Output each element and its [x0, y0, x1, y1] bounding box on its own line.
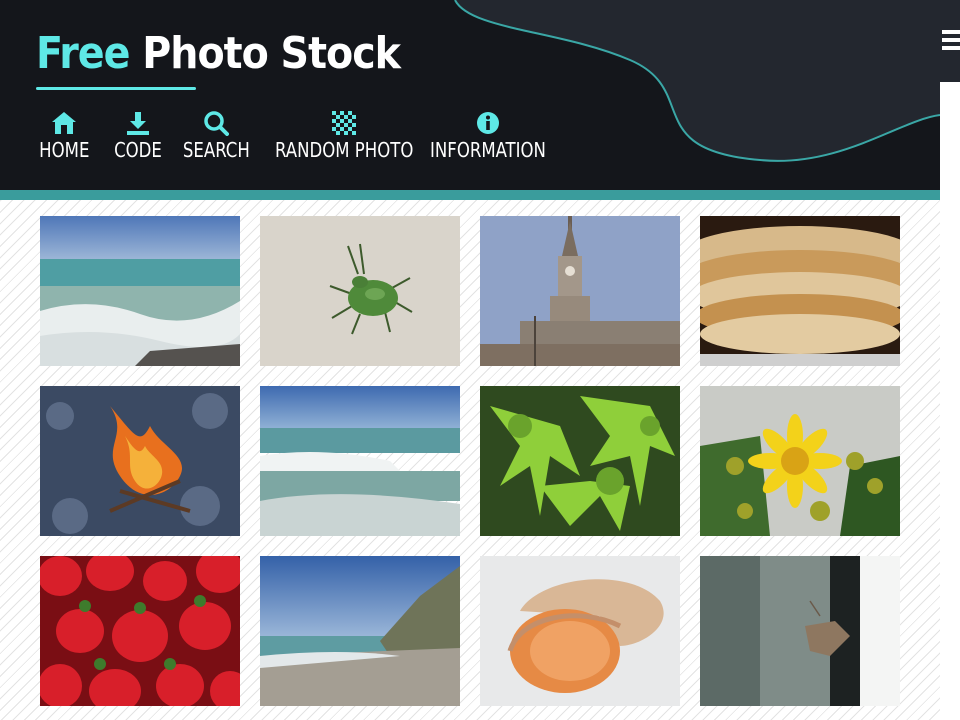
nav-code-label: CODE [114, 138, 162, 162]
nav-random-photo-label: RANDOM PHOTO [275, 138, 414, 162]
photo-green-beetle[interactable] [260, 216, 460, 366]
random-pixels-icon [332, 111, 357, 135]
photo-gallery [0, 200, 940, 720]
photo-surf-waves[interactable] [260, 386, 460, 536]
photo-seashell[interactable] [480, 556, 680, 706]
nav-search[interactable]: SEARCH [180, 110, 253, 162]
photo-rocky-coast[interactable] [260, 556, 460, 706]
home-icon [52, 112, 77, 134]
logo-underline [36, 87, 196, 90]
logo-title-text: Photo Stock [142, 28, 401, 79]
nav-home[interactable]: HOME [37, 110, 92, 162]
nav-information[interactable]: INFORMATION [425, 110, 551, 162]
nav-information-label: INFORMATION [430, 138, 546, 162]
photo-yellow-flower[interactable] [700, 386, 900, 536]
photo-pancakes[interactable] [700, 216, 900, 366]
photo-sea-waves[interactable] [40, 216, 240, 366]
nav-code[interactable]: CODE [112, 110, 164, 162]
header-divider [0, 190, 940, 200]
download-icon [126, 112, 149, 135]
logo-free-text: Free [36, 28, 130, 79]
photo-moth-on-glass[interactable] [700, 556, 900, 706]
photo-campfire[interactable] [40, 386, 240, 536]
nav-random-photo[interactable]: RANDOM PHOTO [269, 110, 419, 162]
hamburger-menu-icon[interactable] [942, 30, 960, 50]
scroll-gutter [940, 82, 960, 720]
site-header: Free Photo Stock HOME CODE SEARCH RANDOM… [0, 0, 940, 190]
search-icon [204, 111, 230, 136]
photo-strawberries[interactable] [40, 556, 240, 706]
photo-green-foliage[interactable] [480, 386, 680, 536]
nav-search-label: SEARCH [182, 138, 250, 162]
photo-clock-tower[interactable] [480, 216, 680, 366]
site-logo[interactable]: Free Photo Stock [36, 26, 401, 82]
info-icon [476, 112, 499, 134]
nav-home-label: HOME [39, 138, 90, 162]
